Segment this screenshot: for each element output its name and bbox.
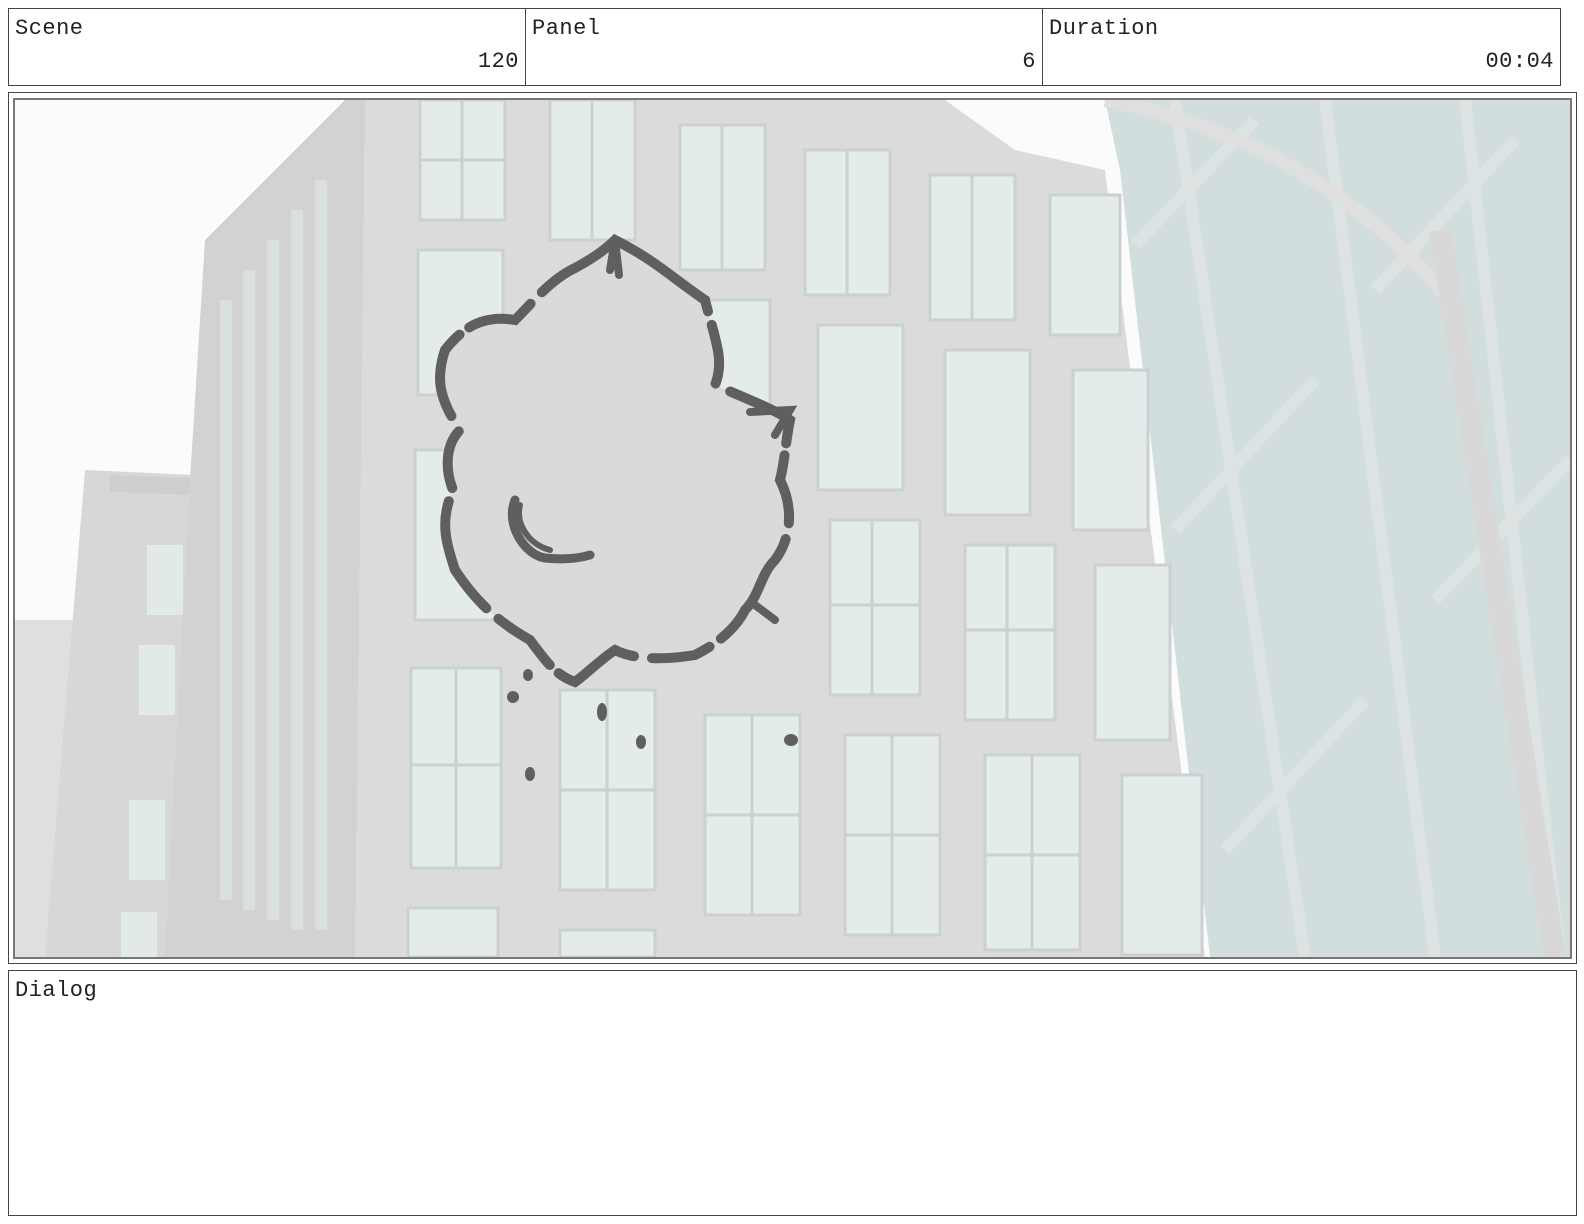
storyboard-panel-image[interactable] <box>13 98 1572 959</box>
scene-label: Scene <box>15 16 84 41</box>
panel-label: Panel <box>532 16 601 41</box>
duration-cell: Duration 00:04 <box>1042 8 1561 86</box>
dialog-label: Dialog <box>15 978 98 1003</box>
city-scene-illustration <box>15 100 1570 957</box>
scene-cell: Scene 120 <box>8 8 526 86</box>
panel-number[interactable]: 6 <box>1022 49 1036 74</box>
storyboard-panel-frame[interactable] <box>8 92 1577 964</box>
duration-label: Duration <box>1049 16 1159 41</box>
scene-number[interactable]: 120 <box>478 49 519 74</box>
panel-cell: Panel 6 <box>525 8 1043 86</box>
dialog-text[interactable] <box>15 1011 1570 1209</box>
duration-value[interactable]: 00:04 <box>1485 49 1554 74</box>
dialog-box[interactable]: Dialog <box>8 970 1577 1216</box>
